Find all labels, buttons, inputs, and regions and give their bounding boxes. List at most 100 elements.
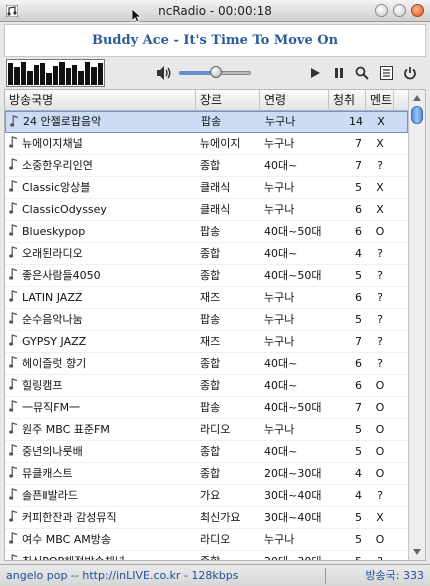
station-name: 一뮤직FM一 xyxy=(22,400,81,414)
music-note-icon xyxy=(11,554,18,560)
station-name: Classic앙상블 xyxy=(22,180,91,194)
station-name: 오래된라디오 xyxy=(22,246,83,260)
player-controls xyxy=(4,58,426,88)
volume-slider-knob[interactable] xyxy=(210,66,223,78)
comment-cell: O xyxy=(375,400,385,414)
column-header-genre[interactable]: 장르 xyxy=(196,90,260,111)
maximize-button[interactable] xyxy=(393,4,406,17)
comment-cell: O xyxy=(375,378,385,392)
playlist-button[interactable] xyxy=(377,64,395,82)
table-row[interactable]: 소중한우리인연 종합 40대~ 7? xyxy=(5,155,408,177)
table-row[interactable]: LATIN JAZZ 재즈 누구나 6? xyxy=(5,287,408,309)
genre-cell: 팝송 xyxy=(201,115,222,128)
genre-cell: 종합 xyxy=(200,158,221,172)
station-name-cell: 24 안젤로팝음악 xyxy=(6,111,197,133)
listeners-cell: 6 xyxy=(355,356,362,370)
column-header-comment[interactable]: 멘트 xyxy=(366,90,394,111)
comment-cell: O xyxy=(375,532,385,546)
vertical-scrollbar[interactable] xyxy=(408,90,425,560)
column-header-listeners[interactable]: 청취 xyxy=(329,90,366,111)
music-note-icon xyxy=(9,488,18,500)
table-row[interactable]: ClassicOdyssey 클래식 누구나 6 X xyxy=(5,199,408,221)
station-name-cell: 중년의나룻배 xyxy=(5,441,196,463)
station-name-cell: 커피한잔과 감성뮤직 xyxy=(5,507,196,529)
music-note-icon xyxy=(10,114,19,127)
station-name: 커피한잔과 감성뮤직 xyxy=(22,510,117,524)
age-cell: 40대~ xyxy=(264,378,298,392)
table-row[interactable]: 힐링캠프 종합 40대~ 6 O xyxy=(5,375,408,397)
listeners-cell: 6 xyxy=(355,224,362,238)
listeners-cell: 6 xyxy=(355,202,362,216)
station-name-cell: Blueskypop xyxy=(5,221,196,243)
table-row[interactable]: 뉴에이지채널 뉴에이지 누구나 7 X xyxy=(5,133,408,155)
table-row[interactable]: 중년의나룻배 종합 40대~ 5 O xyxy=(5,441,408,463)
play-button[interactable] xyxy=(306,64,324,82)
column-header-age[interactable]: 연령 xyxy=(260,90,329,111)
table-row[interactable]: 여수 MBC AM방송 라디오 누구나 5 O xyxy=(5,529,408,551)
comment-cell: O xyxy=(375,444,385,458)
table-row[interactable]: 24 안젤로팝음악 팝송 누구나 14 X xyxy=(5,111,408,133)
genre-cell: 종합 xyxy=(200,246,221,260)
music-note-icon xyxy=(9,158,18,170)
station-name-cell: Classic앙상블 xyxy=(5,177,196,199)
table-row[interactable]: 최신POP해적방송채널 종합 20대~30대 5? xyxy=(5,551,408,561)
now-playing-title: Buddy Ace - It's Time To Move On xyxy=(91,33,339,48)
listeners-cell: 6 xyxy=(355,290,362,304)
station-name: LATIN JAZZ xyxy=(22,290,83,304)
table-row[interactable]: Blueskypop 팝송 40대~50대 6 O xyxy=(5,221,408,243)
listeners-cell: 4 xyxy=(355,246,362,260)
table-row[interactable]: 원주 MBC 표준FM 라디오 누구나 5 O xyxy=(5,419,408,441)
scroll-down-icon[interactable] xyxy=(412,548,422,556)
scrollbar-thumb[interactable] xyxy=(411,106,423,124)
listeners-cell: 5 xyxy=(355,422,362,436)
table-row[interactable]: 커피한잔과 감성뮤직 최신가요 30대~40대 5 X xyxy=(5,507,408,529)
column-header-name[interactable]: 방송국명 xyxy=(5,90,196,111)
equalizer-bar xyxy=(97,63,104,85)
music-note-icon xyxy=(9,422,18,434)
close-button[interactable] xyxy=(411,4,424,17)
equalizer-bar xyxy=(59,62,65,85)
age-cell: 40대~ xyxy=(264,356,298,370)
scroll-up-icon[interactable] xyxy=(412,94,422,102)
genre-cell: 팝송 xyxy=(200,400,221,414)
pause-button[interactable] xyxy=(330,64,348,82)
minimize-button[interactable] xyxy=(375,4,388,17)
window-titlebar[interactable]: ncRadio - 00:00:18 xyxy=(0,0,430,23)
table-row[interactable]: 헤이즐럿 향기 종합 40대~ 6? xyxy=(5,353,408,375)
age-cell: 40대~ xyxy=(264,158,298,172)
station-table[interactable]: 방송국명 장르 연령 청취 멘트 24 안젤로팝음악 팝송 누구나 14 X 뉴에이지채널… xyxy=(4,89,426,561)
table-row[interactable]: 뮤클캐스트 종합 20대~30대 4 O xyxy=(5,463,408,485)
station-count: 방송국: 333 xyxy=(365,569,424,582)
music-note-icon xyxy=(9,378,18,390)
table-row[interactable]: 一뮤직FM一 팝송 40대~50대 7 O xyxy=(5,397,408,419)
genre-cell: 종합 xyxy=(200,378,221,392)
age-cell: 20대~30대 xyxy=(264,554,322,561)
table-row[interactable]: 솔픈Ⅱ발라드 가요 30대~40대 4? xyxy=(5,485,408,507)
volume-icon[interactable] xyxy=(156,65,172,81)
equalizer-bar xyxy=(52,65,59,85)
comment-cell: X xyxy=(376,180,384,194)
table-row[interactable]: 오래된라디오 종합 40대~ 4? xyxy=(5,243,408,265)
music-note-icon xyxy=(9,202,18,214)
table-body: 24 안젤로팝음악 팝송 누구나 14 X 뉴에이지채널 뉴에이지 누구나 7 X 소중한우리인연 종… xyxy=(5,111,408,561)
music-note-icon xyxy=(9,180,18,192)
genre-cell: 뉴에이지 xyxy=(200,136,241,150)
station-name-cell: 힐링캠프 xyxy=(5,375,196,397)
genre-cell: 가요 xyxy=(200,488,221,502)
station-name-cell: 여수 MBC AM방송 xyxy=(5,529,196,551)
station-name: 24 안젤로팝음악 xyxy=(23,115,102,128)
comment-cell: X xyxy=(377,115,385,128)
station-name: 순수음악나눔 xyxy=(22,312,83,326)
status-bar: angelo pop -- http://inLIVE.co.kr - 128k… xyxy=(0,564,430,586)
table-row[interactable]: 순수음악나눔 팝송 누구나 5? xyxy=(5,309,408,331)
equalizer-bar xyxy=(40,63,46,85)
table-row[interactable]: 좋은사람들4050 종합 40대~50대 5? xyxy=(5,265,408,287)
search-button[interactable] xyxy=(353,64,371,82)
volume-slider[interactable] xyxy=(179,65,251,81)
table-row[interactable]: Classic앙상블 클래식 누구나 5 X xyxy=(5,177,408,199)
equalizer-visualizer xyxy=(6,59,105,87)
power-button[interactable] xyxy=(401,64,419,82)
genre-cell: 팝송 xyxy=(200,312,221,326)
table-row[interactable]: GYPSY JAZZ 재즈 누구나 7? xyxy=(5,331,408,353)
station-name: 좋은사람들4050 xyxy=(22,268,101,282)
